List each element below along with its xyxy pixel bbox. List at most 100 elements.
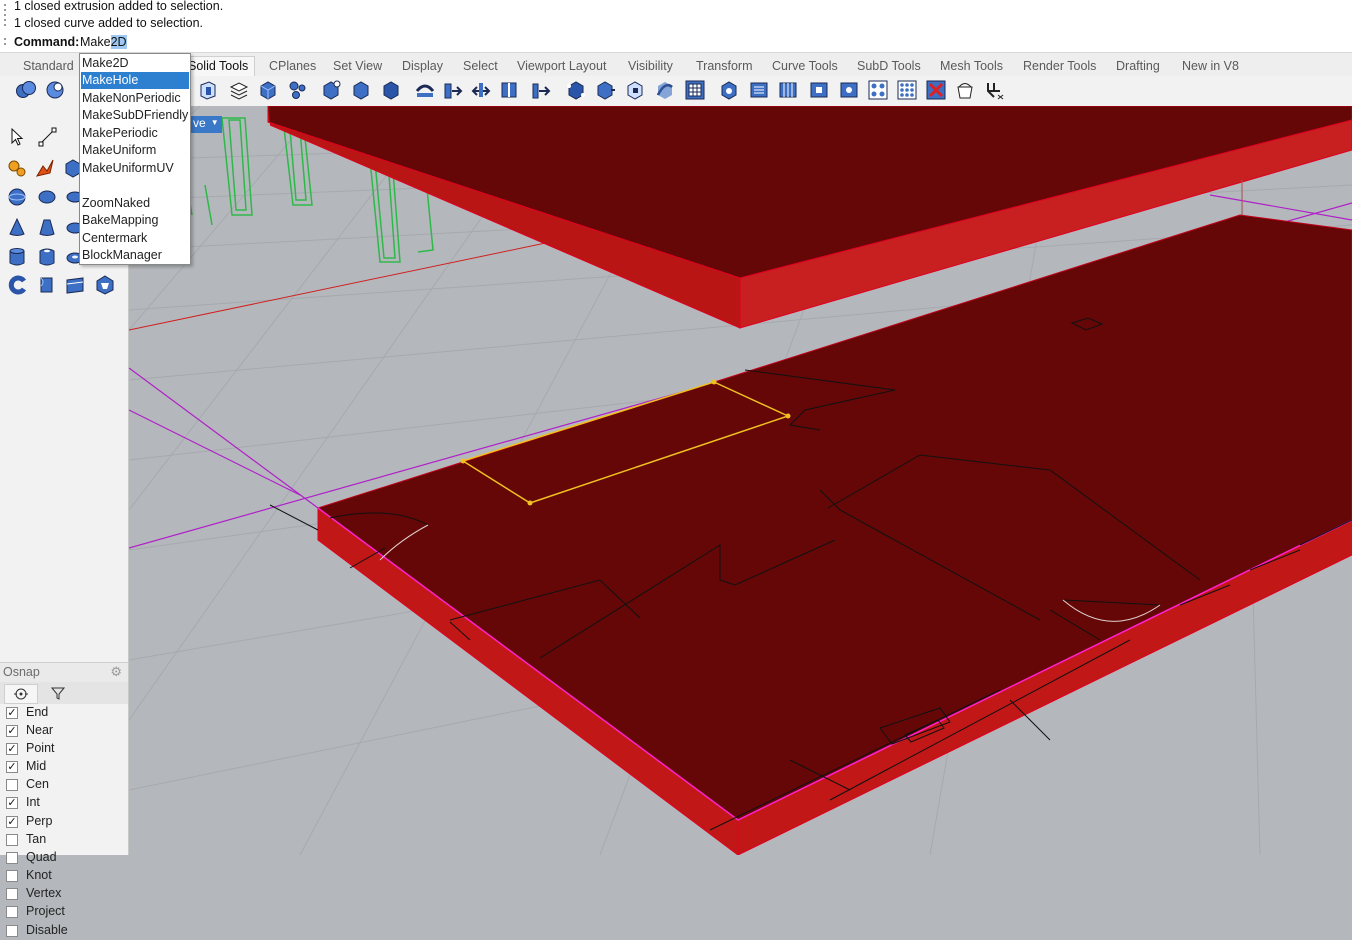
checkbox[interactable] [6,852,18,864]
osnap-tabs [0,682,128,704]
target-icon [14,688,28,700]
checkbox[interactable]: ✓ [6,743,18,755]
ellipsoid-icon[interactable] [36,186,58,208]
autocomplete-item[interactable]: Make2D [81,55,189,72]
tab-mesh-tools[interactable]: Mesh Tools [940,59,1003,73]
tab-viewport-layout[interactable]: Viewport Layout [517,59,606,73]
explode-surface-icon[interactable] [34,157,56,179]
sphere-icon[interactable] [6,186,28,208]
move-untrimmed-face-icon[interactable] [470,79,492,101]
cone-icon[interactable] [6,216,28,238]
checkbox[interactable] [6,925,18,937]
caret-down-icon[interactable]: ▼ [211,118,219,127]
viewport-title-tab[interactable]: ve ▼ [189,116,222,133]
slab-icon[interactable] [64,274,86,296]
move-hole-icon[interactable] [748,79,770,101]
checkbox[interactable]: ✓ [6,707,18,719]
solid-box-icon[interactable] [257,79,279,101]
chamfer-edge-icon[interactable] [350,79,372,101]
tab-cplanes[interactable]: CPlanes [269,59,316,73]
perspective-viewport[interactable]: ve ▼ [129,106,1352,855]
select-arrow-icon[interactable] [6,126,28,148]
grid-hole-icon[interactable] [896,79,918,101]
place-hole-icon[interactable] [654,79,676,101]
cogs-icon[interactable] [6,157,28,179]
command-label: Command: [14,35,80,49]
filter-icon [50,687,66,700]
checkbox[interactable]: ✓ [6,797,18,809]
autocomplete-item[interactable]: ZoomNaked [81,195,189,212]
truncated-cone-icon[interactable] [36,216,58,238]
tab-render-tools[interactable]: Render Tools [1023,59,1096,73]
remove-hole-icon[interactable] [925,79,947,101]
tab-solid-tools[interactable]: Solid Tools [181,56,256,76]
cylinder-icon[interactable] [6,246,28,268]
tab-drafting[interactable]: Drafting [1116,59,1160,73]
extrude-solid-icon[interactable] [36,274,58,296]
checkbox[interactable]: ✓ [6,816,18,828]
move-face-icon[interactable] [414,79,436,101]
checkbox[interactable] [6,779,18,791]
blend-edge-icon[interactable] [380,79,402,101]
tube-icon[interactable] [36,246,58,268]
copy-hole-icon[interactable] [777,79,799,101]
autocomplete-item[interactable]: MakeNonPeriodic [81,90,189,107]
gear-icon[interactable]: ⚙ [110,664,122,680]
grip-dot [4,4,6,6]
tab-select[interactable]: Select [463,59,498,73]
boolean-difference-icon[interactable] [44,79,66,101]
cap-icon[interactable] [594,79,616,101]
osnap-tab-snaps[interactable] [4,684,38,704]
autocomplete-item[interactable]: MakePeriodic [81,125,189,142]
autocomplete-item-selected[interactable]: MakeHole [81,72,189,89]
cap-planar-holes-icon[interactable] [228,79,250,101]
polyhedron-icon[interactable] [94,274,116,296]
tab-new-in-v8[interactable]: New in V8 [1182,59,1239,73]
rotate-hole-icon[interactable] [718,79,740,101]
checkbox[interactable]: ✓ [6,725,18,737]
autocomplete-item[interactable]: MakeSubDFriendly [81,107,189,124]
extrude-face-icon[interactable] [530,79,552,101]
delete-hole-icon[interactable] [808,79,830,101]
grip-dot [4,24,6,26]
command-line[interactable]: Command: Make2D [0,34,1352,52]
array-hole-icon[interactable] [684,79,706,101]
tab-visibility[interactable]: Visibility [628,59,673,73]
tab-curve-tools[interactable]: Curve Tools [772,59,838,73]
array-polar-hole-icon[interactable] [867,79,889,101]
command-autocomplete-dropdown: Make2D MakeHole MakeNonPeriodic MakeSubD… [79,53,191,265]
checkbox[interactable] [6,906,18,918]
checkbox[interactable] [6,870,18,882]
osnap-tab-filter[interactable] [42,684,74,702]
tab-subd-tools[interactable]: SubD Tools [857,59,921,73]
tab-standard[interactable]: Standard [23,59,74,73]
autocomplete-item[interactable]: MakeUniformUV [81,160,189,177]
explode-icon[interactable] [983,79,1005,101]
command-input[interactable]: Make2D [80,35,127,49]
fillet-edge-icon[interactable] [320,79,342,101]
tab-display[interactable]: Display [402,59,443,73]
pipe-icon[interactable] [6,274,28,296]
viewport-scene [129,106,1352,855]
grip-dot [4,14,6,16]
shell-icon[interactable] [565,79,587,101]
tab-set-view[interactable]: Set View [333,59,382,73]
boolean-union-icon[interactable] [15,79,37,101]
autocomplete-item[interactable]: BlockManager [81,247,189,264]
tab-transform[interactable]: Transform [696,59,753,73]
extract-surface-icon[interactable] [287,79,309,101]
make-hole-icon[interactable] [624,79,646,101]
autocomplete-item[interactable]: MakeUniform [81,142,189,159]
autocomplete-item[interactable]: BakeMapping [81,212,189,229]
bucket-icon[interactable] [954,79,976,101]
solid-edit-icon[interactable] [197,79,219,101]
split-face-icon[interactable] [498,79,520,101]
checkbox[interactable] [6,888,18,900]
extract-hole-icon[interactable] [838,79,860,101]
autocomplete-item[interactable]: Centermark [81,230,189,247]
grip-dot [4,19,6,21]
point-icon[interactable] [36,126,58,148]
checkbox[interactable] [6,834,18,846]
checkbox[interactable]: ✓ [6,761,18,773]
move-edge-icon[interactable] [442,79,464,101]
